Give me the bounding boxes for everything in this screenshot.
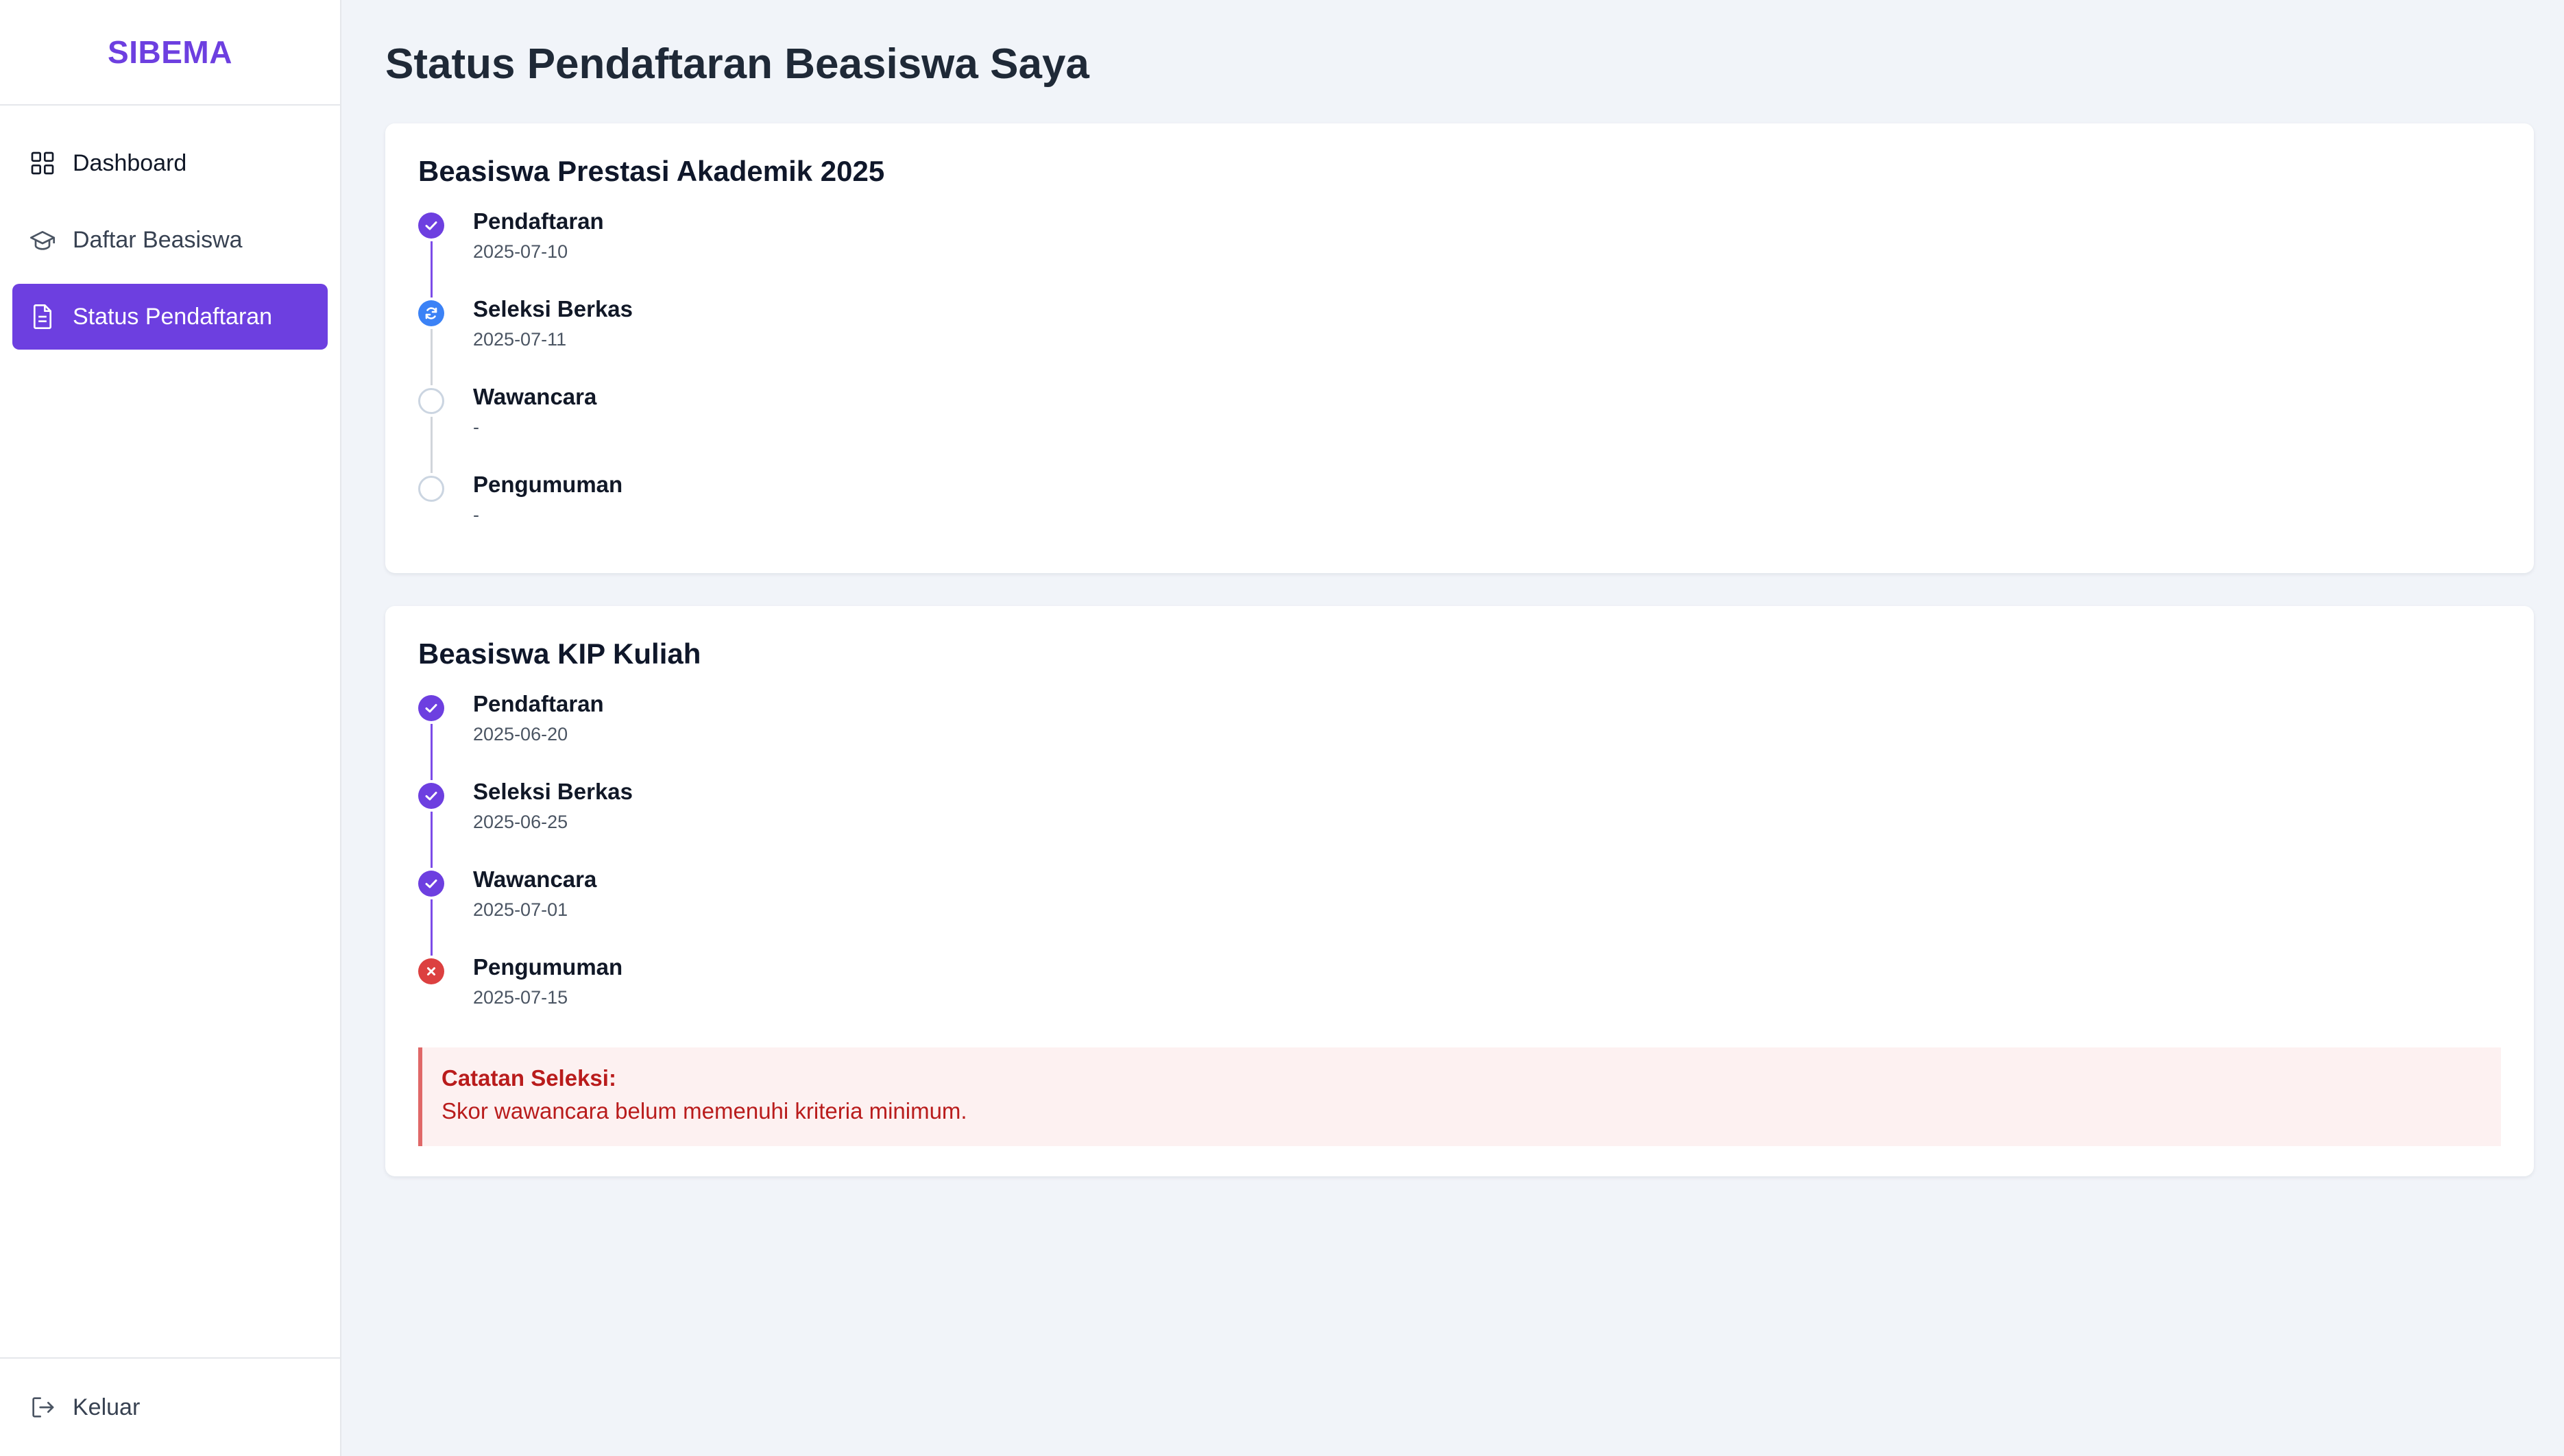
step-label: Pengumuman [473,954,623,980]
timeline-step: Pengumuman - [418,470,2501,558]
check-icon [418,695,444,721]
step-date: - [473,505,479,525]
step-date: 2025-06-20 [473,724,568,744]
sidebar: SIBEMA Dashboard Daftar Beasiswa Status … [0,0,341,1456]
status-timeline: Pendaftaran 2025-06-20 Seleksi Berkas 20… [418,690,2501,1041]
step-label: Pendaftaran [473,691,604,716]
close-x-icon [418,958,444,984]
sidebar-item-label: Status Pendaftaran [73,303,273,330]
note-title: Catatan Seleksi: [442,1065,616,1091]
refresh-icon [418,300,444,326]
timeline-step: Pendaftaran 2025-07-10 [418,207,2501,298]
note-text: Skor wawancara belum memenuhi kriteria m… [442,1098,967,1124]
step-date: 2025-07-11 [473,329,567,350]
timeline-connector [431,241,433,298]
sidebar-item-daftar-beasiswa[interactable]: Daftar Beasiswa [12,207,328,273]
timeline-step: Seleksi Berkas 2025-06-25 [418,777,2501,868]
document-icon [29,303,56,330]
sidebar-item-status-pendaftaran[interactable]: Status Pendaftaran [12,284,328,350]
timeline-connector [431,724,433,780]
check-icon [418,871,444,897]
pending-circle-icon [418,476,444,502]
step-label: Wawancara [473,866,597,892]
step-label: Pendaftaran [473,208,604,234]
step-label: Wawancara [473,384,597,409]
step-date: - [473,417,479,437]
brand-logo[interactable]: SIBEMA [0,0,340,106]
timeline-connector [431,812,433,868]
check-icon [418,213,444,239]
logout-button[interactable]: Keluar [12,1374,328,1440]
status-timeline: Pendaftaran 2025-07-10 Seleksi Berkas 20… [418,207,2501,558]
scholarship-title: Beasiswa Prestasi Akademik 2025 [418,155,885,187]
sidebar-footer: Keluar [0,1357,340,1456]
graduation-cap-icon [29,226,56,254]
timeline-step: Pengumuman 2025-07-15 [418,953,2501,1041]
scholarship-card: Beasiswa Prestasi Akademik 2025 Pendafta… [385,123,2534,573]
timeline-step: Pendaftaran 2025-06-20 [418,690,2501,780]
check-icon [418,783,444,809]
scholarship-card: Beasiswa KIP Kuliah Pendaftaran 2025-06-… [385,606,2534,1176]
sidebar-nav: Dashboard Daftar Beasiswa Status Pendaft… [0,106,340,350]
scholarship-title: Beasiswa KIP Kuliah [418,638,701,670]
logout-icon [29,1394,56,1421]
step-date: 2025-07-15 [473,987,568,1008]
step-label: Pengumuman [473,472,623,497]
timeline-step: Seleksi Berkas 2025-07-11 [418,295,2501,385]
step-date: 2025-07-10 [473,241,568,262]
step-date: 2025-07-01 [473,899,568,920]
step-label: Seleksi Berkas [473,296,633,321]
sidebar-item-label: Daftar Beasiswa [73,226,243,253]
timeline-connector [431,329,433,385]
dashboard-grid-icon [29,149,56,177]
sidebar-item-dashboard[interactable]: Dashboard [12,130,328,196]
timeline-connector [431,417,433,473]
sidebar-item-label: Dashboard [73,149,187,176]
step-date: 2025-06-25 [473,812,568,832]
page-title: Status Pendaftaran Beasiswa Saya [385,40,1089,88]
timeline-step: Wawancara 2025-07-01 [418,865,2501,956]
logout-label: Keluar [73,1394,141,1420]
timeline-connector [431,899,433,956]
timeline-step: Wawancara - [418,383,2501,473]
pending-circle-icon [418,388,444,414]
selection-note: Catatan Seleksi: Skor wawancara belum me… [418,1047,2501,1146]
step-label: Seleksi Berkas [473,779,633,804]
